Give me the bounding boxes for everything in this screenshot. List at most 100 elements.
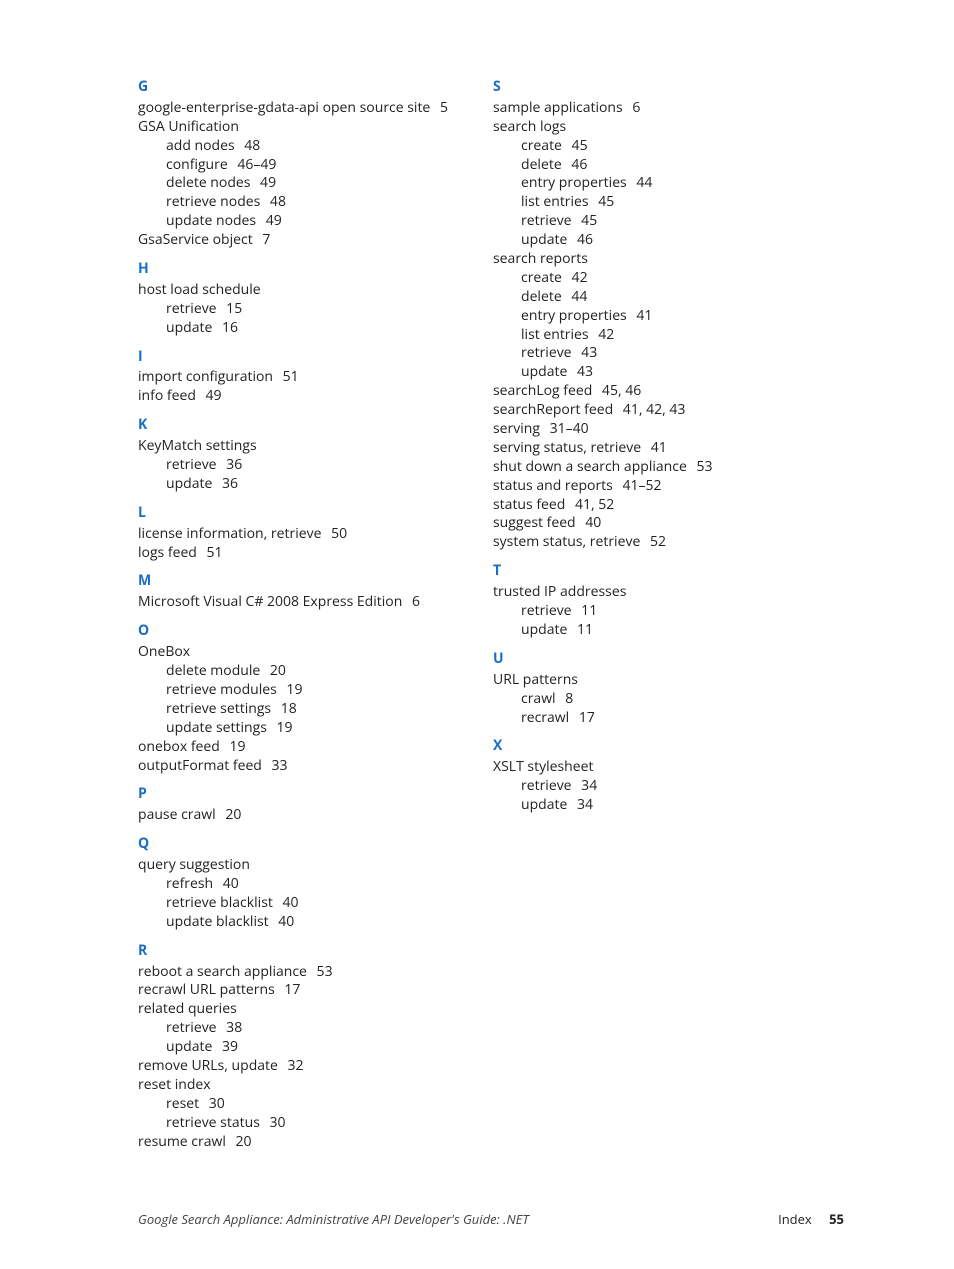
- index-entry[interactable]: suggest feed 40: [493, 514, 843, 533]
- index-entry[interactable]: trusted IP addresses: [493, 583, 843, 602]
- index-entry-text: crawl: [521, 689, 556, 708]
- index-entry[interactable]: info feed 49: [138, 387, 493, 406]
- index-entry[interactable]: query suggestion: [138, 856, 493, 875]
- index-subentry[interactable]: retrieve 15: [138, 300, 493, 319]
- index-subentry[interactable]: recrawl 17: [493, 709, 843, 728]
- index-letter: R: [138, 942, 493, 961]
- index-entry-page: 41–52: [619, 476, 662, 495]
- index-subentry[interactable]: update nodes 49: [138, 212, 493, 231]
- index-subentry[interactable]: create 42: [493, 269, 843, 288]
- index-entry-page: 40: [275, 912, 295, 931]
- index-subentry[interactable]: update settings 19: [138, 719, 493, 738]
- index-entry[interactable]: recrawl URL patterns 17: [138, 981, 493, 1000]
- index-entry[interactable]: pause crawl 20: [138, 806, 493, 825]
- index-entry-text: retrieve: [166, 1018, 217, 1037]
- index-entry[interactable]: resume crawl 20: [138, 1133, 493, 1152]
- index-subentry[interactable]: delete 46: [493, 156, 843, 175]
- index-subentry[interactable]: retrieve modules 19: [138, 681, 493, 700]
- index-entry[interactable]: google-enterprise-gdata-api open source …: [138, 99, 493, 118]
- index-subentry[interactable]: delete module 20: [138, 662, 493, 681]
- index-subentry[interactable]: entry properties 44: [493, 174, 843, 193]
- index-entry-text: search logs: [493, 117, 566, 136]
- index-entry[interactable]: GSA Unification: [138, 118, 493, 137]
- index-subentry[interactable]: retrieve 36: [138, 456, 493, 475]
- index-subentry[interactable]: retrieve 43: [493, 344, 843, 363]
- index-entry-text: update: [166, 318, 212, 337]
- index-entry-text: delete: [521, 155, 562, 174]
- index-subentry[interactable]: retrieve nodes 48: [138, 193, 493, 212]
- index-entry-page: 41, 52: [571, 495, 614, 514]
- index-entry[interactable]: reset index: [138, 1076, 493, 1095]
- index-subentry[interactable]: update 39: [138, 1038, 493, 1057]
- index-entry-page: 44: [568, 287, 588, 306]
- index-subentry[interactable]: update 16: [138, 319, 493, 338]
- index-subentry[interactable]: update blacklist 40: [138, 913, 493, 932]
- index-subentry[interactable]: delete nodes 49: [138, 174, 493, 193]
- index-subentry[interactable]: entry properties 41: [493, 307, 843, 326]
- index-subentry[interactable]: delete 44: [493, 288, 843, 307]
- index-entry[interactable]: KeyMatch settings: [138, 437, 493, 456]
- index-entry-text: related queries: [138, 999, 237, 1018]
- index-subentry[interactable]: list entries 42: [493, 326, 843, 345]
- index-column-2: Ssample applications 6search logscreate …: [493, 78, 843, 1151]
- index-entry-text: update nodes: [166, 211, 256, 230]
- index-entry[interactable]: searchReport feed 41, 42, 43: [493, 401, 843, 420]
- index-entry[interactable]: search logs: [493, 118, 843, 137]
- index-entry[interactable]: serving status, retrieve 41: [493, 439, 843, 458]
- index-entry[interactable]: import configuration 51: [138, 368, 493, 387]
- index-entry[interactable]: sample applications 6: [493, 99, 843, 118]
- index-entry[interactable]: related queries: [138, 1000, 493, 1019]
- index-subentry[interactable]: refresh 40: [138, 875, 493, 894]
- index-letter: Q: [138, 835, 493, 854]
- index-entry[interactable]: onebox feed 19: [138, 738, 493, 757]
- index-entry[interactable]: URL patterns: [493, 671, 843, 690]
- index-subentry[interactable]: update 36: [138, 475, 493, 494]
- index-entry[interactable]: Microsoft Visual C# 2008 Express Edition…: [138, 593, 493, 612]
- index-columns: Ggoogle-enterprise-gdata-api open source…: [138, 78, 844, 1151]
- index-entry[interactable]: logs feed 51: [138, 544, 493, 563]
- index-subentry[interactable]: retrieve blacklist 40: [138, 894, 493, 913]
- index-subentry[interactable]: create 45: [493, 137, 843, 156]
- index-subentry[interactable]: crawl 8: [493, 690, 843, 709]
- index-subentry[interactable]: retrieve 11: [493, 602, 843, 621]
- index-entry-page: 43: [573, 362, 593, 381]
- index-entry[interactable]: status feed 41, 52: [493, 496, 843, 515]
- index-subentry[interactable]: retrieve 34: [493, 777, 843, 796]
- index-subentry[interactable]: update 11: [493, 621, 843, 640]
- index-entry[interactable]: searchLog feed 45, 46: [493, 382, 843, 401]
- index-entry-text: GsaService object: [138, 230, 253, 249]
- index-subentry[interactable]: configure 46–49: [138, 156, 493, 175]
- index-entry[interactable]: status and reports 41–52: [493, 477, 843, 496]
- index-entry-text: shut down a search appliance: [493, 457, 687, 476]
- index-entry[interactable]: reboot a search appliance 53: [138, 963, 493, 982]
- index-subentry[interactable]: retrieve status 30: [138, 1114, 493, 1133]
- index-entry[interactable]: OneBox: [138, 643, 493, 662]
- index-entry[interactable]: XSLT stylesheet: [493, 758, 843, 777]
- index-entry-text: OneBox: [138, 642, 190, 661]
- index-subentry[interactable]: add nodes 48: [138, 137, 493, 156]
- index-entry[interactable]: GsaService object 7: [138, 231, 493, 250]
- index-subentry[interactable]: update 43: [493, 363, 843, 382]
- index-subentry[interactable]: retrieve settings 18: [138, 700, 493, 719]
- index-subentry[interactable]: update 34: [493, 796, 843, 815]
- index-entry[interactable]: remove URLs, update 32: [138, 1057, 493, 1076]
- index-subentry[interactable]: list entries 45: [493, 193, 843, 212]
- index-entry[interactable]: shut down a search appliance 53: [493, 458, 843, 477]
- index-entry-text: pause crawl: [138, 805, 216, 824]
- index-entry[interactable]: host load schedule: [138, 281, 493, 300]
- index-subentry[interactable]: retrieve 45: [493, 212, 843, 231]
- index-subentry[interactable]: retrieve 38: [138, 1019, 493, 1038]
- index-entry-page: 40: [219, 874, 239, 893]
- index-entry-page: 6: [629, 98, 641, 117]
- index-entry-page: 17: [575, 708, 595, 727]
- index-entry[interactable]: license information, retrieve 50: [138, 525, 493, 544]
- index-entry-text: retrieve: [521, 211, 572, 230]
- index-entry[interactable]: search reports: [493, 250, 843, 269]
- index-subentry[interactable]: reset 30: [138, 1095, 493, 1114]
- index-subentry[interactable]: update 46: [493, 231, 843, 250]
- index-entry-page: 48: [241, 136, 261, 155]
- index-entry[interactable]: system status, retrieve 52: [493, 533, 843, 552]
- index-entry[interactable]: outputFormat feed 33: [138, 757, 493, 776]
- index-entry[interactable]: serving 31–40: [493, 420, 843, 439]
- index-letter: H: [138, 260, 493, 279]
